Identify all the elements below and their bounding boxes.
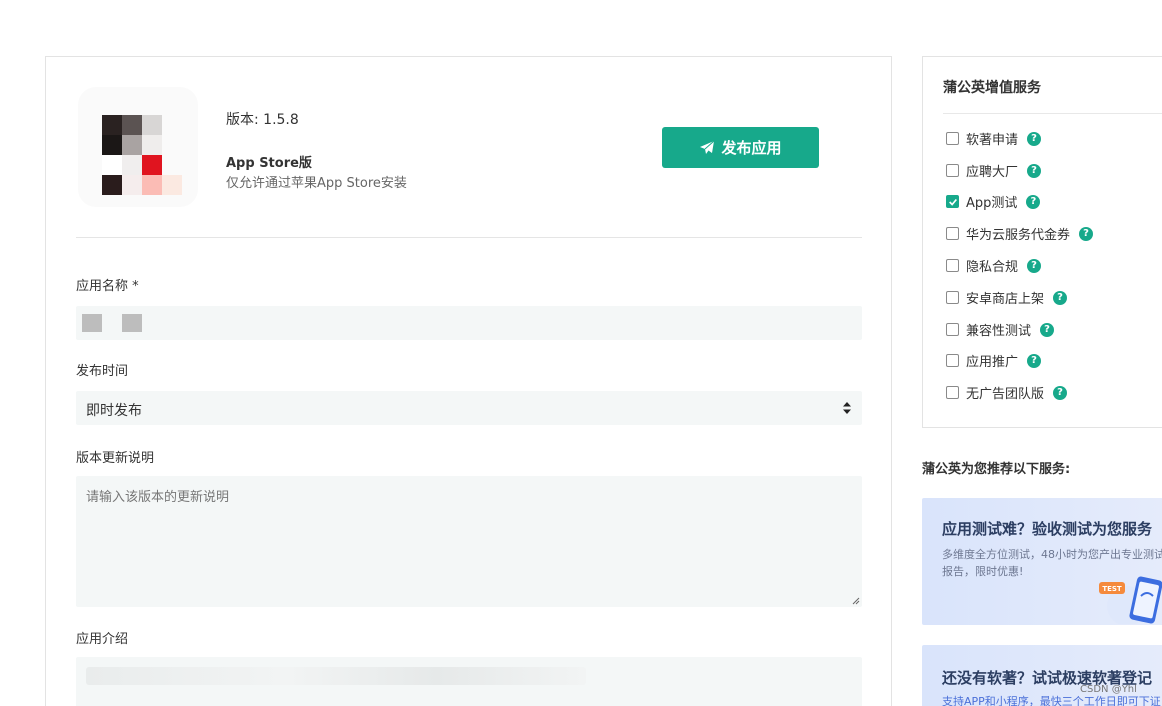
version-label: 版本: 1.5.8 (226, 112, 299, 128)
services-card: 蒲公英增值服务 软著申请 ? 应聘大厂 ? App测试 ? 华为云服务代金券 ?… (922, 56, 1162, 428)
help-icon[interactable]: ? (1027, 258, 1042, 273)
service-item[interactable]: 隐私合规 ? (946, 256, 1042, 275)
resize-grip-icon[interactable] (852, 597, 860, 605)
service-label: App测试 (966, 196, 1018, 211)
service-label: 应聘大厂 (966, 165, 1019, 180)
help-icon[interactable]: ? (1040, 322, 1055, 337)
checkbox[interactable] (946, 227, 959, 240)
service-item[interactable]: 兼容性测试 ? (946, 320, 1055, 339)
check-icon (948, 198, 957, 206)
publish-time-label: 发布时间 (76, 364, 129, 379)
help-icon[interactable]: ? (1027, 353, 1042, 368)
service-label: 软著申请 (966, 133, 1019, 148)
service-label: 无广告团队版 (966, 387, 1045, 402)
promo-banner-testing[interactable]: 应用测试难？验收测试为您服务 多维度全方位测试，48小时为您产出专业测试报告，限… (922, 498, 1162, 625)
checkbox[interactable] (946, 386, 959, 399)
promo-banner-copyright[interactable]: 还没有软著？试试极速软著登记 支持APP和小程序，最快三个工作日即可下证 (922, 645, 1162, 706)
publish-app-label: 发布应用 (721, 139, 782, 157)
store-description: 仅允许通过苹果App Store安装 (226, 176, 407, 191)
divider (943, 113, 1162, 114)
divider (76, 237, 862, 238)
update-notes-placeholder: 请输入该版本的更新说明 (86, 490, 230, 505)
help-icon[interactable]: ? (1053, 385, 1068, 400)
service-label: 应用推广 (966, 355, 1019, 370)
checkbox[interactable] (946, 132, 959, 145)
select-arrows-icon (843, 402, 851, 414)
app-name-input[interactable] (76, 306, 862, 340)
service-item[interactable]: 华为云服务代金券 ? (946, 224, 1094, 243)
test-badge-text: TEST (1102, 585, 1122, 593)
app-icon (78, 87, 198, 207)
service-label: 隐私合规 (966, 260, 1019, 275)
help-icon[interactable]: ? (1027, 131, 1042, 146)
release-card: 版本: 1.5.8 App Store版 仅允许通过苹果App Store安装 … (45, 56, 892, 706)
app-intro-textarea[interactable] (76, 657, 862, 706)
service-label: 兼容性测试 (966, 324, 1032, 339)
watermark: CSDN @Yhl (1080, 684, 1137, 695)
app-intro-label: 应用介绍 (76, 632, 129, 647)
app-name-label: 应用名称 * (76, 279, 139, 294)
checkbox[interactable] (946, 164, 959, 177)
checkbox-checked[interactable] (946, 195, 959, 208)
redacted-text (122, 314, 142, 332)
checkbox[interactable] (946, 259, 959, 272)
help-icon[interactable]: ? (1026, 194, 1041, 209)
publish-time-value: 即时发布 (86, 403, 142, 419)
service-label: 安卓商店上架 (966, 292, 1045, 307)
help-icon[interactable]: ? (1027, 163, 1042, 178)
help-icon[interactable]: ? (1053, 290, 1068, 305)
service-item[interactable]: App测试 ? (946, 192, 1041, 211)
recommend-title: 蒲公英为您推荐以下服务: (922, 462, 1071, 477)
promo-title: 应用测试难？验收测试为您服务 (942, 520, 1153, 538)
service-item[interactable]: 软著申请 ? (946, 129, 1042, 148)
services-title: 蒲公英增值服务 (943, 80, 1041, 96)
checkbox[interactable] (946, 291, 959, 304)
update-notes-textarea[interactable]: 请输入该版本的更新说明 (76, 476, 862, 607)
update-notes-label: 版本更新说明 (76, 451, 155, 466)
publish-app-button[interactable]: 发布应用 (662, 127, 819, 168)
service-item[interactable]: 应聘大厂 ? (946, 161, 1042, 180)
publish-time-select[interactable]: 即时发布 (76, 391, 862, 425)
service-item[interactable]: 应用推广 ? (946, 351, 1042, 370)
checkbox[interactable] (946, 354, 959, 367)
send-icon (700, 140, 715, 154)
test-illustration-icon: TEST (1099, 576, 1162, 624)
redacted-text (86, 667, 586, 685)
checkbox[interactable] (946, 323, 959, 336)
service-item[interactable]: 安卓商店上架 ? (946, 288, 1068, 307)
help-icon[interactable]: ? (1079, 226, 1094, 241)
store-title: App Store版 (226, 156, 312, 171)
service-item[interactable]: 无广告团队版 ? (946, 383, 1068, 402)
redacted-text (82, 314, 102, 332)
service-label: 华为云服务代金券 (966, 228, 1071, 243)
